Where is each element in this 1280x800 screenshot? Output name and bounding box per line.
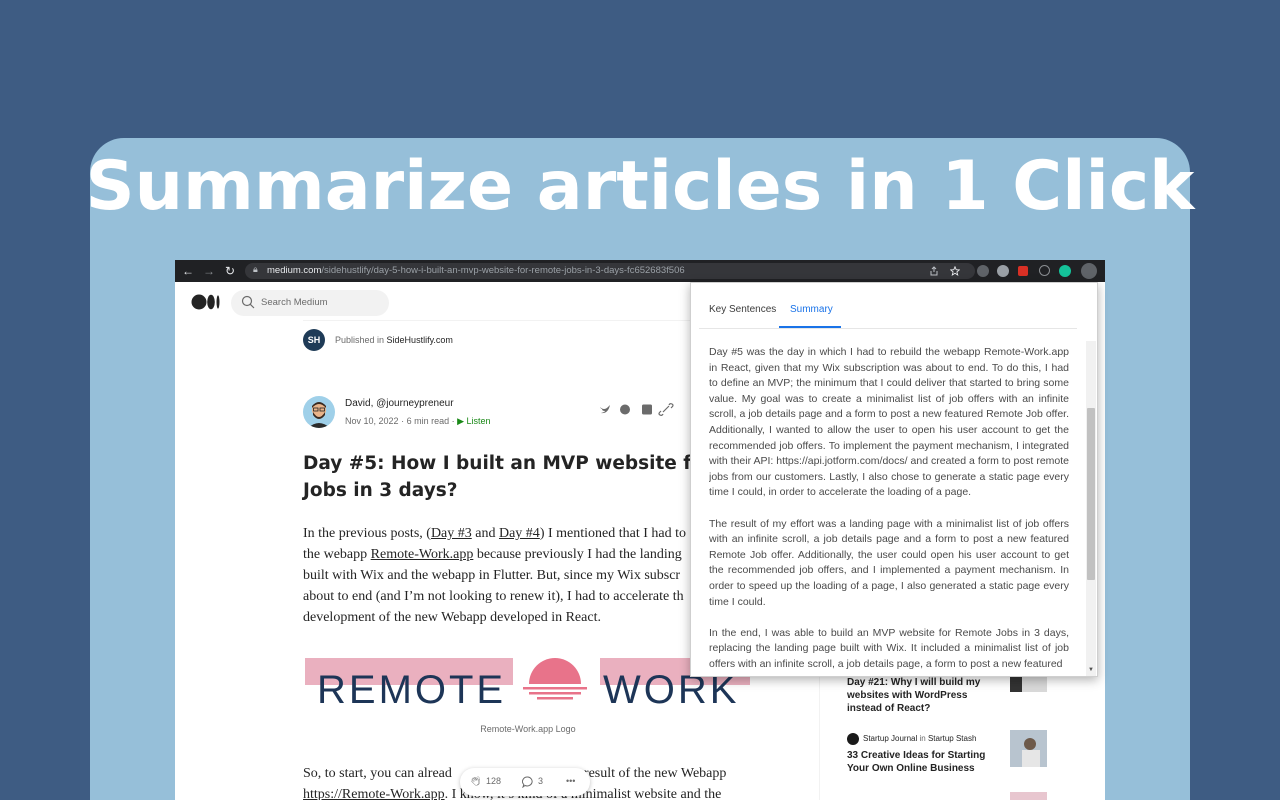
publication-logo[interactable]: SH xyxy=(303,329,325,351)
remote-work-url-link[interactable]: https://Remote-Work.app xyxy=(303,787,445,800)
summary-paragraph-2: The result of my effort was a landing pa… xyxy=(709,517,1069,608)
clap-count: 128 xyxy=(486,776,502,786)
lock-icon: 🔒︎ xyxy=(253,264,258,274)
response-count: 3 xyxy=(538,776,544,786)
tab-summary[interactable]: Summary xyxy=(790,304,833,315)
remote-work-logo-image: REMOTE WORK xyxy=(305,658,750,712)
summary-paragraph-3: In the end, I was able to build an MVP w… xyxy=(709,626,1069,670)
tab-divider xyxy=(699,328,1077,329)
link-icon xyxy=(658,403,674,416)
article-title: Day #5: How I built an MVP website for R… xyxy=(303,453,747,501)
medium-logo[interactable] xyxy=(191,294,221,310)
url-path: /sidehustlify/day-5-how-i-built-an-mvp-w… xyxy=(321,265,685,276)
extension-icon-3[interactable] xyxy=(1018,266,1028,276)
reload-icon[interactable]: ↻ xyxy=(223,263,237,279)
facebook-icon xyxy=(620,404,630,415)
publication-link[interactable]: SideHustlify.com xyxy=(387,335,453,345)
bookmark-star-icon[interactable] xyxy=(950,266,960,276)
twitter-icon xyxy=(600,405,610,414)
search-placeholder: Search Medium xyxy=(261,297,328,308)
play-icon: ▶ xyxy=(457,416,465,426)
day4-link[interactable]: Day #4 xyxy=(499,526,540,541)
recommended-article-2[interactable]: Startup Journal in Startup Stash 33 Crea… xyxy=(847,733,997,775)
extension-icon-1[interactable] xyxy=(977,265,989,277)
more-options-icon[interactable]: ••• xyxy=(566,776,575,786)
grammarly-icon[interactable] xyxy=(1059,265,1071,277)
summary-paragraph-1: Day #5 was the day in which I had to reb… xyxy=(709,346,1069,499)
comment-icon[interactable] xyxy=(522,776,534,788)
floating-action-bar: 👏︎ 128 3 ••• xyxy=(460,768,590,796)
listen-button[interactable]: ▶ Listen xyxy=(457,416,490,426)
publication-line: Published in SideHustlify.com xyxy=(335,335,453,345)
publish-date: Nov 10, 2022 xyxy=(345,416,399,426)
summary-text: Day #5 was the day in which I had to reb… xyxy=(709,345,1069,673)
share-icons xyxy=(600,403,674,416)
summarizer-extension-icon[interactable] xyxy=(1081,263,1097,279)
author-name[interactable]: David, @journeypreneur xyxy=(345,398,454,409)
share-page-icon[interactable] xyxy=(929,266,939,276)
back-icon[interactable]: ← xyxy=(181,263,195,279)
rec-title-1[interactable]: Day #21: Why I will build my websites wi… xyxy=(847,676,997,715)
extension-icon-2[interactable] xyxy=(997,265,1009,277)
recommended-article-1[interactable]: Day #21: Why I will build my websites wi… xyxy=(847,676,997,715)
author-avatar[interactable] xyxy=(303,396,335,428)
scroll-down-icon[interactable]: ▼ xyxy=(1087,666,1095,674)
publisher-avatar xyxy=(847,733,859,745)
article-paragraph-1: In the previous posts, (Day #3 and Day #… xyxy=(303,526,686,625)
rec-thumbnail-2[interactable] xyxy=(1010,730,1047,767)
search-bar[interactable]: Search Medium xyxy=(231,290,389,316)
image-caption: Remote-Work.app Logo xyxy=(480,724,576,734)
rec-publisher-line: Startup Journal in Startup Stash xyxy=(847,733,997,745)
logo-left-text: REMOTE xyxy=(317,668,506,712)
extension-icon-4[interactable] xyxy=(1039,265,1050,276)
rec-title-2[interactable]: 33 Creative Ideas for Starting Your Own … xyxy=(847,749,997,775)
rec-thumbnail-3[interactable] xyxy=(1010,792,1047,800)
search-icon xyxy=(241,295,255,309)
read-time: 6 min read xyxy=(406,416,450,426)
forward-icon[interactable]: → xyxy=(202,263,216,279)
day3-link[interactable]: Day #3 xyxy=(431,526,472,541)
headline: Summarize articles in 1 Click xyxy=(85,147,1195,226)
scrollbar-thumb[interactable] xyxy=(1087,408,1095,580)
tab-key-sentences[interactable]: Key Sentences xyxy=(709,304,776,315)
url-host: medium.com xyxy=(267,265,322,276)
article-meta: Nov 10, 2022 · 6 min read · ▶ Listen xyxy=(345,416,491,426)
browser-toolbar: ← → ↻ 🔒︎ medium.com/sidehustlify/day-5-h… xyxy=(175,260,1105,282)
address-bar[interactable]: 🔒︎ medium.com/sidehustlify/day-5-how-i-b… xyxy=(245,263,975,279)
linkedin-icon xyxy=(642,404,652,415)
clap-icon[interactable]: 👏︎ xyxy=(470,776,481,787)
summarizer-popup: Key Sentences Summary Day #5 was the day… xyxy=(690,282,1098,677)
remote-work-link[interactable]: Remote-Work.app xyxy=(371,547,474,562)
